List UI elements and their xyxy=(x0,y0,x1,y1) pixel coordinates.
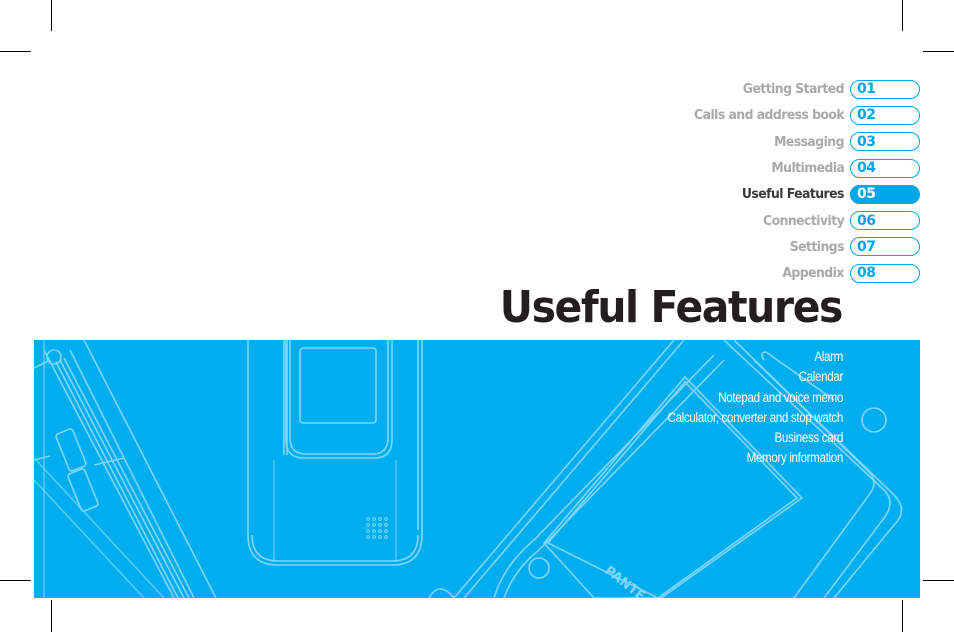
toc-item-label: Appendix xyxy=(782,265,845,282)
chapter-number: 01 xyxy=(857,81,876,98)
toc-item-useful-features[interactable]: Useful Features 05 xyxy=(520,181,920,207)
chapter-number: 08 xyxy=(857,265,876,282)
toc-item-label: Calls and address book xyxy=(693,107,845,124)
crop-mark-top-left-horizontal xyxy=(0,51,31,52)
crop-mark-bottom-left-vertical xyxy=(51,600,52,632)
toc-item-label: Getting Started xyxy=(742,81,845,98)
toc-item-multimedia[interactable]: Multimedia 04 xyxy=(520,155,920,181)
toc-item-connectivity[interactable]: Connectivity 06 xyxy=(520,207,920,233)
feature-item-calendar[interactable]: Calendar xyxy=(668,367,844,387)
toc-item-getting-started[interactable]: Getting Started 01 xyxy=(520,76,920,102)
toc-item-label: Settings xyxy=(789,238,845,255)
crop-mark-top-left-vertical xyxy=(51,0,52,31)
chapter-number: 04 xyxy=(857,160,876,177)
toc-item-label: Messaging xyxy=(774,133,844,150)
chapter-number-badge: 08 xyxy=(850,263,920,283)
chapter-number-badge: 04 xyxy=(850,158,920,178)
crop-mark-bottom-right-horizontal xyxy=(923,580,954,581)
chapter-number-badge: 06 xyxy=(850,211,920,231)
chapter-number-badge: 05 xyxy=(850,184,920,204)
toc-item-label: Connectivity xyxy=(762,212,845,229)
feature-item-business-card[interactable]: Business card xyxy=(668,428,844,448)
chapter-number-badge: 03 xyxy=(850,132,920,152)
speaker-grille xyxy=(366,517,388,539)
chapter-index: Getting Started 01 Calls and address boo… xyxy=(520,76,920,286)
chapter-number-badge: 02 xyxy=(850,105,920,125)
chapter-banner: PANTE Alarm Calendar Notepad and voice m… xyxy=(34,340,920,598)
toc-item-settings[interactable]: Settings 07 xyxy=(520,234,920,260)
chapter-number: 06 xyxy=(857,212,876,229)
crop-mark-top-right-horizontal xyxy=(923,51,954,52)
crop-mark-bottom-left-horizontal xyxy=(0,580,31,581)
crop-mark-top-right-vertical xyxy=(902,0,903,31)
chapter-number: 05 xyxy=(857,186,876,203)
chapter-number: 02 xyxy=(857,107,876,124)
toc-item-label: Useful Features xyxy=(742,186,845,203)
phone-side-view xyxy=(34,340,217,598)
phone-front-view xyxy=(247,340,423,566)
brand-logo-text: PANTE xyxy=(602,563,648,598)
chapter-number-badge: 01 xyxy=(850,79,920,99)
toc-item-calls-and-address-book[interactable]: Calls and address book 02 xyxy=(520,102,920,128)
chapter-title: Useful Features xyxy=(499,282,844,333)
feature-item-notepad[interactable]: Notepad and voice memo xyxy=(668,388,843,408)
toc-item-label: Multimedia xyxy=(770,160,845,177)
crop-mark-bottom-right-vertical xyxy=(902,600,903,632)
feature-item-alarm[interactable]: Alarm xyxy=(668,347,843,367)
feature-item-calculator[interactable]: Calculator, converter and stop watch xyxy=(668,408,844,428)
toc-item-messaging[interactable]: Messaging 03 xyxy=(520,129,920,155)
chapter-number: 07 xyxy=(857,238,876,255)
chapter-number: 03 xyxy=(857,133,876,150)
feature-item-memory-info[interactable]: Memory information xyxy=(668,448,844,468)
chapter-number-badge: 07 xyxy=(850,237,920,257)
feature-list: Alarm Calendar Notepad and voice memo Ca… xyxy=(639,347,844,469)
